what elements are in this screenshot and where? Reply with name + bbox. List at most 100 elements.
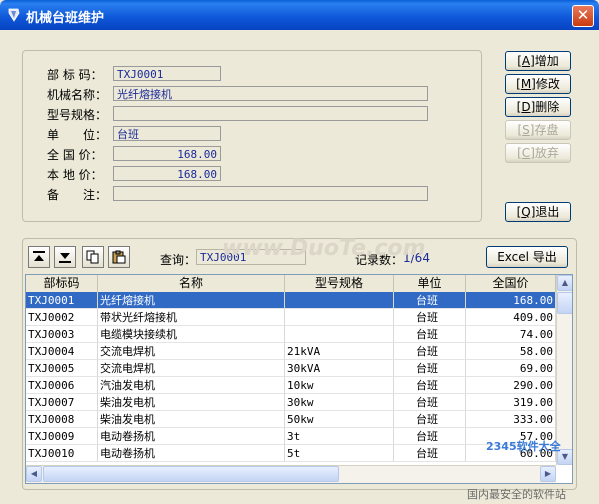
- cell-code: TXJ0007: [26, 394, 98, 411]
- code-field[interactable]: TXJ0001: [113, 66, 221, 81]
- table-row[interactable]: TXJ0005 交流电焊机 30kVA 台班 69.00: [26, 360, 556, 377]
- cell-code: TXJ0004: [26, 343, 98, 360]
- save-label: 存盘: [534, 123, 559, 137]
- close-button[interactable]: ✕: [572, 5, 594, 27]
- cell-price: 168.00: [466, 292, 556, 309]
- model-field[interactable]: [113, 106, 428, 121]
- national-price-field[interactable]: 168.00: [113, 146, 221, 161]
- cell-price: 333.00: [466, 411, 556, 428]
- exit-hotkey: Q: [521, 205, 531, 219]
- table-row[interactable]: TXJ0001 光纤熔接机 台班 168.00: [26, 292, 556, 309]
- table-row[interactable]: TXJ0004 交流电焊机 21kVA 台班 58.00: [26, 343, 556, 360]
- table-row[interactable]: TXJ0008 柴油发电机 50kw 台班 333.00: [26, 411, 556, 428]
- cell-unit: 台班: [394, 394, 466, 411]
- delete-button[interactable]: [D]删除: [505, 97, 571, 117]
- cell-price: 69.00: [466, 360, 556, 377]
- move-down-button[interactable]: [54, 246, 76, 268]
- discard-label: 放弃: [534, 146, 559, 160]
- cell-unit: 台班: [394, 428, 466, 445]
- copy-icon: [86, 250, 99, 264]
- cell-code: TXJ0008: [26, 411, 98, 428]
- cell-name: 带状光纤熔接机: [98, 309, 285, 326]
- cell-model: 3t: [285, 428, 394, 445]
- add-hotkey: A: [521, 54, 531, 68]
- cell-price: 319.00: [466, 394, 556, 411]
- col-header-code[interactable]: 部标码: [26, 275, 98, 292]
- vertical-scrollbar[interactable]: ▲ ▼: [556, 275, 572, 465]
- cell-name: 电动卷扬机: [98, 445, 285, 462]
- local-price-field[interactable]: 168.00: [113, 166, 221, 181]
- copy-button[interactable]: [82, 246, 104, 268]
- cell-model: 30kVA: [285, 360, 394, 377]
- field-label-name: 机械名称：: [47, 88, 108, 102]
- cell-code: TXJ0003: [26, 326, 98, 343]
- scroll-left-icon[interactable]: ◀: [26, 466, 42, 482]
- col-header-model[interactable]: 型号规格: [285, 275, 394, 292]
- save-button[interactable]: [S]存盘: [505, 120, 571, 140]
- paste-button[interactable]: [108, 246, 130, 268]
- cell-name: 柴油发电机: [98, 411, 285, 428]
- query-label: 查询：: [160, 253, 197, 267]
- window-title: 机械台班维护: [26, 11, 105, 26]
- cell-model: 21kVA: [285, 343, 394, 360]
- col-header-unit[interactable]: 单位: [394, 275, 466, 292]
- field-label-national-price: 全 国 价：: [47, 148, 103, 162]
- cell-name: 电动卷扬机: [98, 428, 285, 445]
- cell-model: 30kw: [285, 394, 394, 411]
- table-row[interactable]: TXJ0006 汽油发电机 10kw 台班 290.00: [26, 377, 556, 394]
- discard-button[interactable]: [C]放弃: [505, 143, 571, 163]
- horizontal-scrollbar[interactable]: ◀ ▶: [26, 465, 556, 483]
- cell-model: [285, 326, 394, 343]
- edit-hotkey: M: [520, 77, 532, 91]
- move-up-icon: [33, 251, 45, 261]
- cell-name: 电缆模块接续机: [98, 326, 285, 343]
- cell-unit: 台班: [394, 445, 466, 462]
- cell-code: TXJ0006: [26, 377, 98, 394]
- move-up-button[interactable]: [28, 246, 50, 268]
- cell-unit: 台班: [394, 377, 466, 394]
- cell-code: TXJ0002: [26, 309, 98, 326]
- scroll-right-icon[interactable]: ▶: [540, 466, 556, 482]
- cell-name: 交流电焊机: [98, 343, 285, 360]
- add-label: 增加: [534, 54, 559, 68]
- table-row[interactable]: TXJ0010 电动卷扬机 5t 台班 60.00: [26, 445, 556, 462]
- cell-code: TXJ0001: [26, 292, 98, 309]
- exit-button[interactable]: [Q]退出: [505, 202, 571, 222]
- cell-price: 74.00: [466, 326, 556, 343]
- cell-unit: 台班: [394, 343, 466, 360]
- scroll-thumb-vertical[interactable]: [557, 292, 572, 314]
- name-field[interactable]: 光纤熔接机: [113, 86, 428, 101]
- table-row[interactable]: TXJ0007 柴油发电机 30kw 台班 319.00: [26, 394, 556, 411]
- brand-watermark: 2345软件大全: [486, 440, 561, 453]
- table-row[interactable]: TXJ0003 电缆模块接续机 台班 74.00: [26, 326, 556, 343]
- edit-button[interactable]: [M]修改: [505, 74, 571, 94]
- delete-label: 删除: [535, 100, 560, 114]
- save-hotkey: S: [522, 123, 530, 137]
- remarks-field[interactable]: [113, 186, 428, 201]
- table-row[interactable]: TXJ0002 带状光纤熔接机 台班 409.00: [26, 309, 556, 326]
- cell-name: 交流电焊机: [98, 360, 285, 377]
- cell-model: [285, 292, 394, 309]
- cell-price: 58.00: [466, 343, 556, 360]
- scroll-up-icon[interactable]: ▲: [557, 275, 572, 291]
- unit-field[interactable]: 台班: [113, 126, 221, 141]
- cell-unit: 台班: [394, 360, 466, 377]
- scroll-thumb-horizontal[interactable]: [43, 466, 339, 482]
- cell-price: 290.00: [466, 377, 556, 394]
- field-label-local-price: 本 地 价：: [47, 168, 103, 182]
- title-bar[interactable]: 机械台班维护 ✕: [0, 0, 599, 30]
- col-header-name[interactable]: 名称: [98, 275, 285, 292]
- site-watermark: www.DuoTe.com: [222, 236, 426, 261]
- add-button[interactable]: [A]增加: [505, 51, 571, 71]
- cell-code: TXJ0010: [26, 445, 98, 462]
- field-label-remarks: 备 注：: [47, 188, 108, 202]
- col-header-price[interactable]: 全国价: [466, 275, 556, 292]
- table-row[interactable]: TXJ0009 电动卷扬机 3t 台班 57.00: [26, 428, 556, 445]
- app-icon: [8, 8, 20, 22]
- cell-model: 50kw: [285, 411, 394, 428]
- delete-hotkey: D: [521, 100, 531, 114]
- cell-name: 汽油发电机: [98, 377, 285, 394]
- cell-name: 光纤熔接机: [98, 292, 285, 309]
- cell-unit: 台班: [394, 309, 466, 326]
- excel-export-button[interactable]: Excel 导出: [486, 246, 568, 268]
